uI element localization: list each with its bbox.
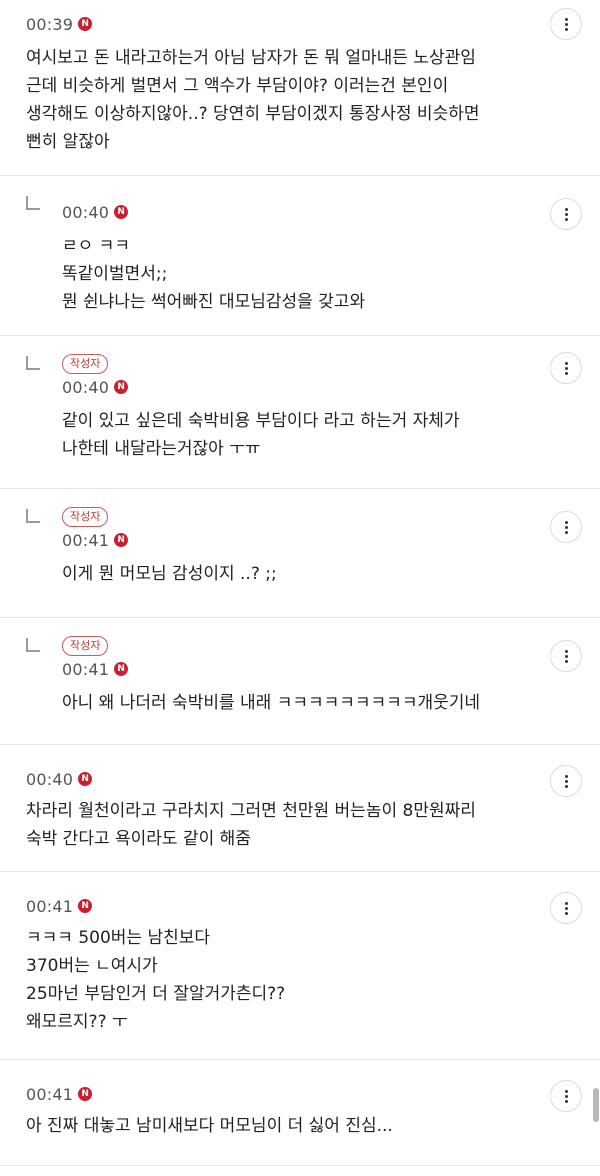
comment-meta: 00:41 N	[62, 528, 530, 552]
comment-line: 근데 비슷하게 벌면서 그 액수가 부담이야? 이러는건 본인이	[26, 76, 449, 96]
scrollbar-thumb[interactable]	[593, 1088, 599, 1122]
author-badge: 작성자	[62, 507, 109, 527]
comment-item: 00:39 N 여시보고 돈 내라고하는거 아님 남자가 돈 뭐 얼마내든 노상…	[0, 0, 600, 176]
comment-meta: 00:41 N	[26, 1082, 530, 1106]
vertical-ellipsis-icon	[564, 774, 568, 778]
comment-reply-item: 00:40 N ㄹㅇ ㅋㅋ 똑같이벌면서;; 뭔 쉰냐나는 썩어빠진 대모님감성…	[0, 176, 600, 336]
comment-time: 00:41	[26, 896, 74, 916]
comment-body: ㅋㅋㅋ 500버는 남친보다 370버는 ㄴ여시가 25마넌 부담인거 더 잘알…	[26, 924, 530, 1036]
vertical-ellipsis-icon	[564, 17, 568, 21]
comment-line: 생각해도 이상하지않아..? 당연히 부담이겠지 통장사정 비슷하면	[26, 104, 480, 124]
comment-meta: 00:41 N	[26, 894, 530, 918]
more-options-button[interactable]	[550, 511, 582, 543]
comment-item: 00:40 N 차라리 월천이라고 구라치지 그러면 천만원 버는놈이 8만원짜…	[0, 745, 600, 872]
comment-line: 왜모르지?? ㅜ	[26, 1012, 128, 1032]
comment-item: 00:41 N ㅋㅋㅋ 500버는 남친보다 370버는 ㄴ여시가 25마넌 부…	[0, 872, 600, 1060]
new-badge-icon: N	[78, 1087, 93, 1101]
reply-arrow-icon	[26, 638, 40, 652]
comment-meta: 00:40 N	[62, 200, 530, 224]
vertical-ellipsis-icon	[564, 901, 568, 905]
vertical-ellipsis-icon	[564, 361, 568, 365]
comment-line: 이게 뭔 머모님 감성이지 ..? ;;	[62, 564, 277, 584]
comment-line: 25마넌 부담인거 더 잘알거가츤디??	[26, 984, 286, 1004]
comment-time: 00:41	[26, 1084, 74, 1104]
comment-line: 숙박 간다고 욕이라도 같이 해줌	[26, 829, 251, 849]
new-badge-icon: N	[114, 380, 129, 394]
comment-body: 여시보고 돈 내라고하는거 아님 남자가 돈 뭐 얼마내든 노상관임 근데 비슷…	[26, 44, 530, 156]
author-badge: 작성자	[62, 636, 109, 656]
comment-body: 아 진짜 대놓고 남미새보다 머모님이 더 싫어 진심...	[26, 1112, 530, 1140]
more-options-button[interactable]	[550, 640, 582, 672]
comment-meta: 00:39 N	[26, 12, 530, 36]
comment-body: 이게 뭔 머모님 감성이지 ..? ;;	[62, 560, 530, 588]
more-options-button[interactable]	[550, 1080, 582, 1112]
comment-reply-item: 작성자 00:40 N 같이 있고 싶은데 숙박비용 부담이다 라고 하는거 자…	[0, 336, 600, 489]
more-options-button[interactable]	[550, 198, 582, 230]
reply-arrow-icon	[26, 356, 40, 370]
comment-reply-item: 작성자 00:41 N 아니 왜 나더러 숙박비를 내래 ㅋㅋㅋㅋㅋㅋㅋㅋㅋ개웃…	[0, 618, 600, 745]
comment-line: 아니 왜 나더러 숙박비를 내래 ㅋㅋㅋㅋㅋㅋㅋㅋㅋ개웃기네	[62, 693, 481, 713]
comment-meta: 00:41 N	[62, 657, 530, 681]
comment-time: 00:40	[62, 377, 110, 397]
comment-reply-item: 작성자 00:41 N 이게 뭔 머모님 감성이지 ..? ;;	[0, 489, 600, 618]
new-badge-icon: N	[78, 17, 93, 31]
new-badge-icon: N	[114, 662, 129, 676]
comment-body: 아니 왜 나더러 숙박비를 내래 ㅋㅋㅋㅋㅋㅋㅋㅋㅋ개웃기네	[62, 689, 530, 717]
comment-line: 370버는 ㄴ여시가	[26, 956, 158, 976]
new-badge-icon: N	[114, 533, 129, 547]
vertical-ellipsis-icon	[564, 207, 568, 211]
comment-time: 00:41	[62, 530, 110, 550]
comment-line: 차라리 월천이라고 구라치지 그러면 천만원 버는놈이 8만원짜리	[26, 801, 476, 821]
comment-body: 같이 있고 싶은데 숙박비용 부담이다 라고 하는거 자체가 나한테 내달라는거…	[62, 407, 530, 463]
new-badge-icon: N	[78, 772, 93, 786]
reply-arrow-icon	[26, 196, 40, 210]
new-badge-icon: N	[114, 205, 129, 219]
vertical-ellipsis-icon	[564, 1089, 568, 1093]
comment-item: 00:41 N 아 진짜 대놓고 남미새보다 머모님이 더 싫어 진심...	[0, 1060, 600, 1166]
comment-meta: 00:40 N	[26, 767, 530, 791]
comment-line: 아 진짜 대놓고 남미새보다 머모님이 더 싫어 진심...	[26, 1116, 393, 1136]
comment-time: 00:39	[26, 14, 74, 34]
comment-line: ㅋㅋㅋ 500버는 남친보다	[26, 928, 211, 948]
comment-body: 차라리 월천이라고 구라치지 그러면 천만원 버는놈이 8만원짜리 숙박 간다고…	[26, 797, 530, 853]
comment-meta: 00:40 N	[62, 375, 530, 399]
comment-line: 여시보고 돈 내라고하는거 아님 남자가 돈 뭐 얼마내든 노상관임	[26, 48, 476, 68]
comment-line: 뻔히 알잖아	[26, 132, 110, 152]
comment-time: 00:41	[62, 659, 110, 679]
comment-line: 뭔 쉰냐나는 썩어빠진 대모님감성을 갖고와	[62, 292, 366, 312]
comment-line: 나한테 내달라는거잖아 ㅜㅠ	[62, 439, 261, 459]
author-badge: 작성자	[62, 354, 109, 374]
comment-line: 같이 있고 싶은데 숙박비용 부담이다 라고 하는거 자체가	[62, 411, 460, 431]
comment-time: 00:40	[26, 769, 74, 789]
comment-body: ㄹㅇ ㅋㅋ 똑같이벌면서;; 뭔 쉰냐나는 썩어빠진 대모님감성을 갖고와	[62, 232, 530, 316]
new-badge-icon: N	[78, 899, 93, 913]
reply-arrow-icon	[26, 509, 40, 523]
comment-line: 똑같이벌면서;;	[62, 264, 168, 284]
more-options-button[interactable]	[550, 765, 582, 797]
vertical-ellipsis-icon	[564, 520, 568, 524]
more-options-button[interactable]	[550, 8, 582, 40]
vertical-ellipsis-icon	[564, 649, 568, 653]
more-options-button[interactable]	[550, 892, 582, 924]
comment-line: ㄹㅇ ㅋㅋ	[62, 236, 130, 256]
comment-time: 00:40	[62, 202, 110, 222]
more-options-button[interactable]	[550, 352, 582, 384]
